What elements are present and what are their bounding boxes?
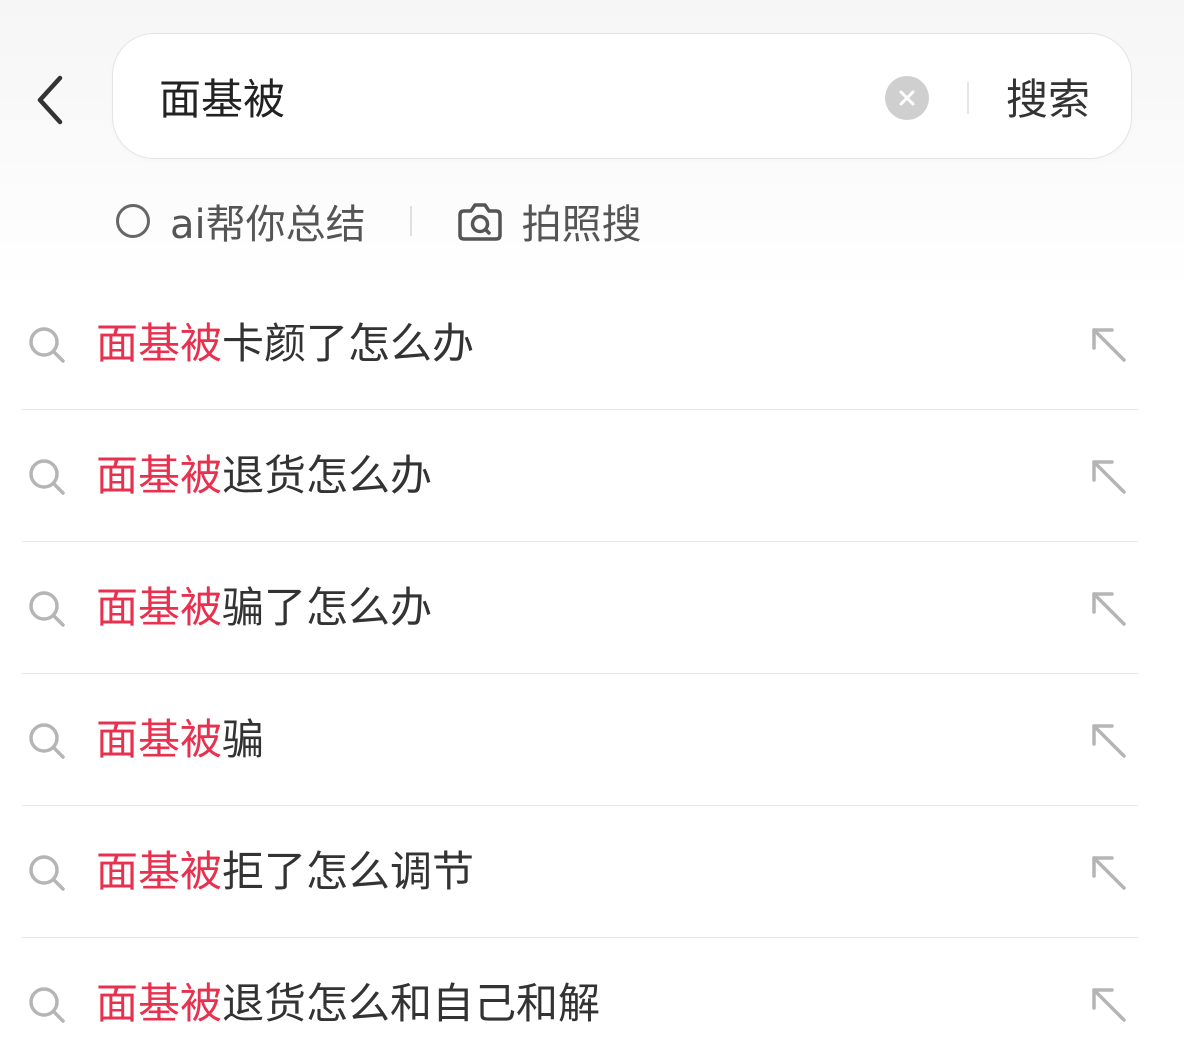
suggestion-list: 面基被卡颜了怎么办 面基被退货怎么办 面基被骗了怎么办 面基被骗 面基被拒了怎么调节 面基… (0, 278, 1184, 1060)
suggestion-item[interactable]: 面基被卡颜了怎么办 (0, 278, 1184, 410)
arrow-up-left-icon[interactable] (1086, 322, 1132, 368)
arrow-up-left-icon[interactable] (1086, 850, 1132, 896)
suggestion-rest: 骗 (222, 715, 265, 764)
arrow-up-left-icon[interactable] (1086, 454, 1132, 500)
search-header: 搜索 ai帮你总结 拍照搜 (0, 0, 1184, 290)
suggestion-text: 面基被退货怎么办 (96, 446, 432, 506)
arrow-up-left-icon[interactable] (1086, 718, 1132, 764)
search-page: 搜索 ai帮你总结 拍照搜 面基被卡颜了怎么办面基被退货怎么办面基被骗了怎么办面… (0, 0, 1184, 1060)
suggestion-text: 面基被骗 (96, 710, 264, 770)
ai-summary-toggle[interactable]: ai帮你总结 (112, 192, 366, 250)
suggestion-rest: 卡颜了怎么办 (222, 319, 475, 368)
suggestion-rest: 骗了怎么办 (222, 583, 433, 632)
search-icon (29, 591, 65, 627)
search-button[interactable]: 搜索 (993, 56, 1103, 136)
suggestion-highlight: 面基被 (96, 715, 223, 764)
search-divider (967, 82, 969, 114)
back-button[interactable] (20, 60, 80, 140)
search-box: 搜索 (112, 33, 1132, 159)
chevron-left-icon (37, 75, 63, 125)
suggestion-rest: 退货怎么和自己和解 (222, 979, 601, 1028)
camera-icon (457, 203, 502, 241)
search-icon (29, 723, 65, 759)
suggestion-text: 面基被退货怎么和自己和解 (96, 974, 600, 1034)
suggestion-highlight: 面基被 (96, 847, 223, 896)
search-icon (29, 855, 65, 891)
photo-search-label: 拍照搜 (521, 202, 642, 248)
suggestion-text: 面基被拒了怎么调节 (96, 842, 474, 902)
suggestion-highlight: 面基被 (96, 319, 223, 368)
clear-button[interactable] (885, 76, 929, 120)
photo-search-button[interactable]: 拍照搜 (456, 192, 642, 250)
search-tools: ai帮你总结 拍照搜 (112, 188, 642, 254)
radio-circle-icon (116, 204, 150, 238)
suggestion-highlight: 面基被 (96, 451, 223, 500)
search-icon (29, 327, 65, 363)
suggestion-rest: 退货怎么办 (222, 451, 433, 500)
suggestion-text: 面基被骗了怎么办 (96, 578, 432, 638)
suggestion-item[interactable]: 面基被退货怎么和自己和解 (0, 938, 1184, 1060)
suggestion-highlight: 面基被 (96, 583, 223, 632)
arrow-up-left-icon[interactable] (1086, 982, 1132, 1028)
suggestion-item[interactable]: 面基被退货怎么办 (0, 410, 1184, 542)
suggestion-item[interactable]: 面基被骗 (0, 674, 1184, 806)
search-input[interactable] (159, 56, 859, 136)
suggestion-highlight: 面基被 (96, 979, 223, 1028)
suggestion-item[interactable]: 面基被拒了怎么调节 (0, 806, 1184, 938)
search-icon (29, 987, 65, 1023)
search-icon (29, 459, 65, 495)
suggestion-rest: 拒了怎么调节 (222, 847, 475, 896)
tools-divider (409, 206, 412, 236)
ai-summary-label: ai帮你总结 (170, 202, 366, 248)
suggestion-item[interactable]: 面基被骗了怎么办 (0, 542, 1184, 674)
suggestion-text: 面基被卡颜了怎么办 (96, 314, 474, 374)
clear-x-icon (899, 90, 915, 106)
arrow-up-left-icon[interactable] (1086, 586, 1132, 632)
